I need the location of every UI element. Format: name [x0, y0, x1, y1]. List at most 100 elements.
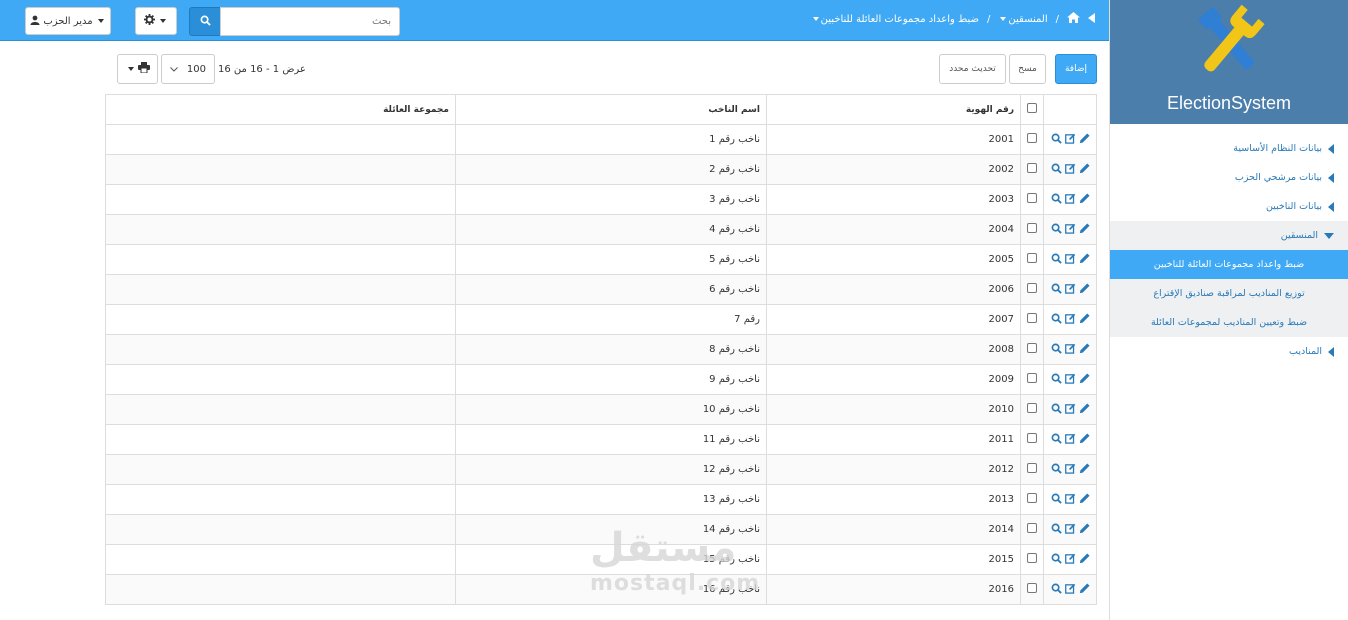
edit-icon[interactable] [1064, 223, 1076, 237]
name-column-header[interactable]: اسم الناخب [455, 94, 767, 125]
sidebar-item-delegates[interactable]: المناديب [1110, 337, 1348, 366]
search-icon[interactable] [1051, 493, 1062, 507]
name-cell: ناخب رقم 8 [455, 334, 767, 365]
sidebar-item-coordinators[interactable]: المنسقين [1110, 221, 1348, 250]
print-button[interactable] [117, 54, 158, 84]
search-icon[interactable] [1051, 193, 1062, 207]
pencil-icon[interactable] [1079, 492, 1090, 507]
pencil-icon[interactable] [1079, 432, 1090, 447]
search-icon[interactable] [1051, 223, 1062, 237]
pencil-icon[interactable] [1079, 192, 1090, 207]
edit-icon[interactable] [1064, 403, 1076, 417]
family-cell [105, 334, 456, 365]
edit-icon[interactable] [1064, 523, 1076, 537]
pencil-icon[interactable] [1079, 312, 1090, 327]
breadcrumb-page[interactable]: ضبط واعداد مجموعات العائلة للناخبين [811, 14, 979, 25]
row-checkbox[interactable] [1027, 433, 1037, 443]
search-icon[interactable] [1051, 553, 1062, 567]
family-cell [105, 424, 456, 455]
sidebar-toggle-icon[interactable] [1088, 12, 1095, 26]
family-column-header[interactable]: مجموعة العائلة [105, 94, 456, 125]
row-actions-cell [1043, 124, 1097, 155]
row-checkbox[interactable] [1027, 253, 1037, 263]
row-checkbox[interactable] [1027, 403, 1037, 413]
row-checkbox[interactable] [1027, 163, 1037, 173]
pencil-icon[interactable] [1079, 552, 1090, 567]
search-icon[interactable] [1051, 403, 1062, 417]
sidebar-item-voters[interactable]: بيانات الناخبين [1110, 192, 1348, 221]
pencil-icon[interactable] [1079, 462, 1090, 477]
pencil-icon[interactable] [1079, 522, 1090, 537]
add-button[interactable]: إضافة [1055, 54, 1097, 84]
sidebar-subitem-family-groups[interactable]: ضبط واعداد مجموعات العائلة للناخبين [1110, 250, 1348, 279]
row-checkbox[interactable] [1027, 523, 1037, 533]
clear-button[interactable]: مسح [1009, 54, 1046, 84]
row-checkbox[interactable] [1027, 553, 1037, 563]
edit-icon[interactable] [1064, 313, 1076, 327]
search-icon[interactable] [1051, 283, 1062, 297]
edit-icon[interactable] [1064, 433, 1076, 447]
row-checkbox[interactable] [1027, 583, 1037, 593]
pencil-icon[interactable] [1079, 342, 1090, 357]
edit-icon[interactable] [1064, 133, 1076, 147]
row-actions-cell [1043, 274, 1097, 305]
edit-icon[interactable] [1064, 163, 1076, 177]
edit-icon[interactable] [1064, 583, 1076, 597]
row-checkbox[interactable] [1027, 193, 1037, 203]
edit-icon[interactable] [1064, 493, 1076, 507]
sidebar-subitem-delegates-assignment[interactable]: ضبط وتعيين المناديب لمجموعات العائلة [1110, 308, 1348, 337]
sidebar-item-candidates[interactable]: بيانات مرشحي الحزب [1110, 163, 1348, 192]
table-row: 2011 ناخب رقم 11 [105, 424, 1097, 455]
edit-icon[interactable] [1064, 343, 1076, 357]
row-checkbox[interactable] [1027, 133, 1037, 143]
search-input[interactable] [220, 7, 400, 36]
id-column-header[interactable]: رقم الهوية [766, 94, 1021, 125]
page-size-select[interactable]: 100 [161, 54, 215, 84]
pencil-icon[interactable] [1079, 282, 1090, 297]
pencil-icon[interactable] [1079, 132, 1090, 147]
watermark-latin: mostaql.com [590, 571, 761, 596]
search-icon[interactable] [1051, 583, 1062, 597]
row-checkbox[interactable] [1027, 343, 1037, 353]
pencil-icon[interactable] [1079, 222, 1090, 237]
edit-icon[interactable] [1064, 253, 1076, 267]
search-icon[interactable] [1051, 523, 1062, 537]
search-icon[interactable] [1051, 253, 1062, 267]
row-check-cell [1020, 154, 1044, 185]
edit-icon[interactable] [1064, 553, 1076, 567]
search-icon[interactable] [1051, 373, 1062, 387]
update-selected-button[interactable]: تحديث محدد [939, 54, 1006, 84]
row-checkbox[interactable] [1027, 223, 1037, 233]
row-checkbox[interactable] [1027, 493, 1037, 503]
search-icon[interactable] [1051, 433, 1062, 447]
select-all-checkbox[interactable] [1027, 103, 1037, 113]
settings-button[interactable] [135, 7, 177, 35]
row-checkbox[interactable] [1027, 313, 1037, 323]
user-menu-button[interactable]: مدير الحزب [25, 7, 111, 35]
row-checkbox[interactable] [1027, 283, 1037, 293]
search-icon[interactable] [1051, 463, 1062, 477]
pencil-icon[interactable] [1079, 162, 1090, 177]
search-icon[interactable] [1051, 343, 1062, 357]
edit-icon[interactable] [1064, 373, 1076, 387]
pencil-icon[interactable] [1079, 372, 1090, 387]
breadcrumb-section[interactable]: المنسقين [998, 14, 1048, 25]
search-icon[interactable] [1051, 133, 1062, 147]
sidebar-subitem-delegates-distribution[interactable]: توزيع المناديب لمراقبة صناديق الإقتراع [1110, 279, 1348, 308]
home-icon[interactable] [1067, 12, 1080, 26]
row-actions-cell [1043, 244, 1097, 275]
row-check-cell [1020, 394, 1044, 425]
row-actions-cell [1043, 424, 1097, 455]
edit-icon[interactable] [1064, 283, 1076, 297]
search-icon[interactable] [1051, 313, 1062, 327]
edit-icon[interactable] [1064, 463, 1076, 477]
edit-icon[interactable] [1064, 193, 1076, 207]
pencil-icon[interactable] [1079, 582, 1090, 597]
row-checkbox[interactable] [1027, 463, 1037, 473]
pencil-icon[interactable] [1079, 252, 1090, 267]
sidebar-item-system-data[interactable]: بيانات النظام الأساسية [1110, 134, 1348, 163]
search-icon[interactable] [1051, 163, 1062, 177]
search-button[interactable] [189, 7, 221, 36]
pencil-icon[interactable] [1079, 402, 1090, 417]
row-checkbox[interactable] [1027, 373, 1037, 383]
